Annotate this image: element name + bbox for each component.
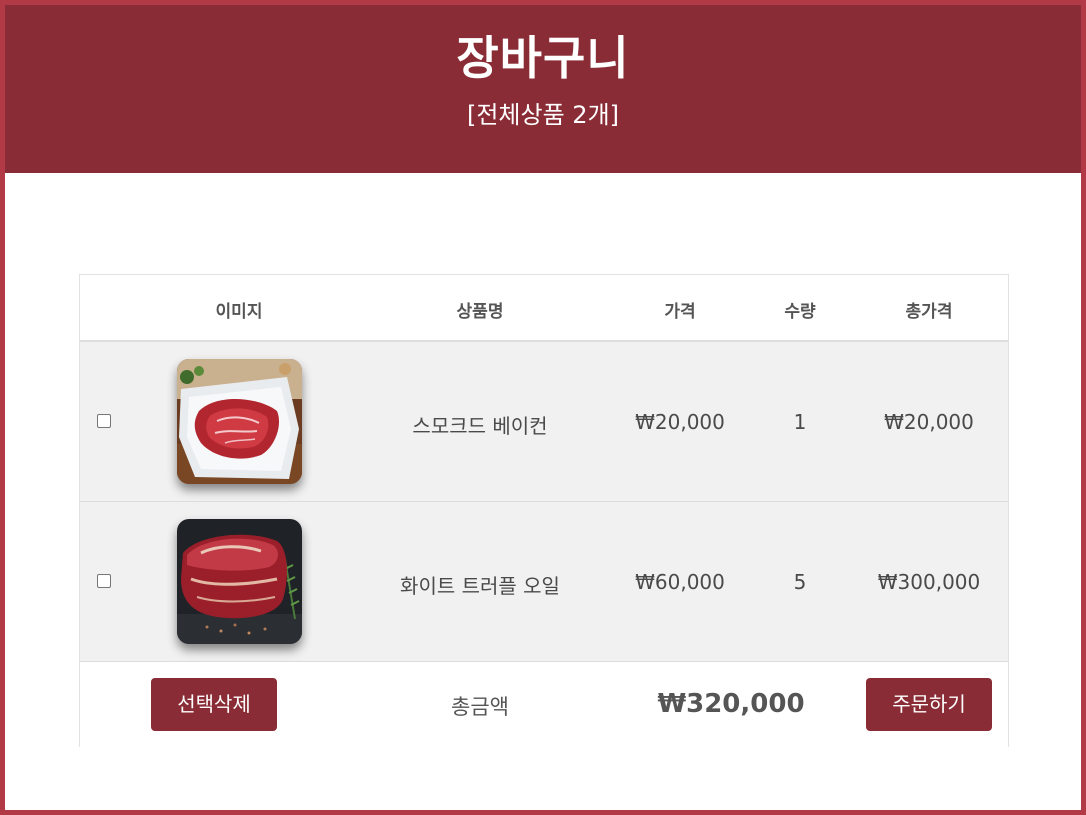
cart-table: 이미지 상품명 가격 수량 총가격 스모크드 베이컨 ₩20,000 1 ₩20… [79, 274, 1009, 747]
product-total: ₩20,000 [884, 410, 974, 434]
total-label: 총금액 [451, 695, 509, 719]
product-price: ₩60,000 [635, 570, 725, 594]
select-checkbox[interactable] [97, 414, 111, 428]
product-total: ₩300,000 [877, 570, 981, 594]
column-quantity: 수량 [784, 302, 816, 322]
cart-footer: 선택삭제 총금액 ₩320,000 주문하기 [80, 663, 1008, 747]
product-name: 화이트 트러플 오일 [400, 574, 560, 598]
product-image [177, 359, 302, 484]
delete-selected-button[interactable]: 선택삭제 [151, 678, 277, 731]
table-header: 이미지 상품명 가격 수량 총가격 [80, 275, 1008, 342]
cart-header: 장바구니 [전체상품 2개] [5, 5, 1081, 173]
product-price: ₩20,000 [635, 410, 725, 434]
cart-page: 장바구니 [전체상품 2개] 이미지 상품명 가격 수량 총가격 스모크드 베이… [0, 0, 1086, 815]
total-amount: ₩320,000 [657, 689, 805, 719]
product-quantity: 1 [793, 410, 807, 434]
column-price: 가격 [664, 302, 696, 322]
product-quantity: 5 [793, 570, 807, 594]
column-product-name: 상품명 [456, 302, 504, 322]
table-row: 화이트 트러플 오일 ₩60,000 5 ₩300,000 [80, 502, 1008, 662]
page-title: 장바구니 [456, 31, 630, 85]
table-row: 스모크드 베이컨 ₩20,000 1 ₩20,000 [80, 342, 1008, 502]
order-button[interactable]: 주문하기 [866, 678, 992, 731]
column-image: 이미지 [215, 302, 263, 322]
select-checkbox[interactable] [97, 574, 111, 588]
product-count: [전체상품 2개] [466, 101, 620, 129]
product-name: 스모크드 베이컨 [412, 414, 548, 438]
column-total: 총가격 [905, 302, 953, 322]
product-image [177, 519, 302, 644]
